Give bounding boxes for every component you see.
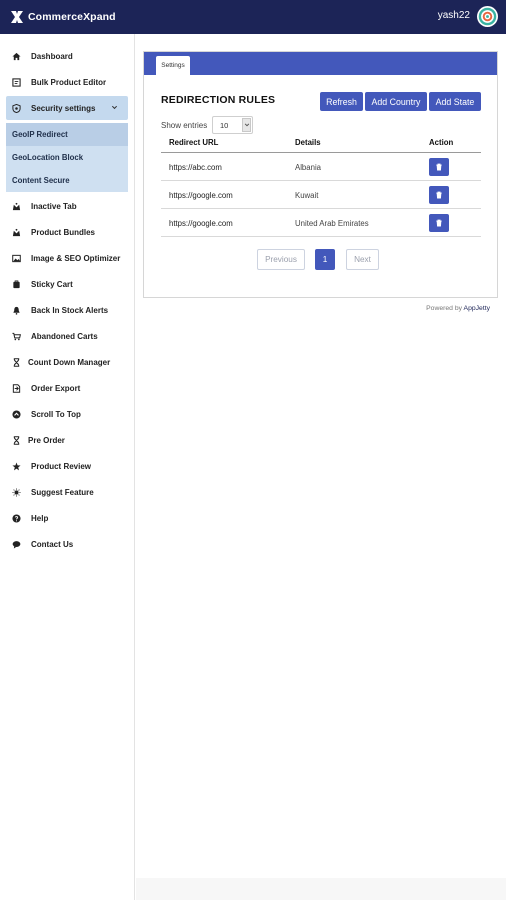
- entries-value: 10: [220, 120, 229, 130]
- page-title: REDIRECTION RULES: [161, 94, 276, 106]
- add-state-button[interactable]: Add State: [429, 92, 481, 111]
- details-cell: Kuwait: [295, 191, 319, 200]
- sidebar-item-label: Help: [31, 513, 49, 523]
- show-entries-label: Show entries: [161, 121, 208, 130]
- chevron-down-icon: [242, 118, 251, 132]
- security-submenu: GeoIP Redirect GeoLocation Block Content…: [6, 123, 128, 192]
- username[interactable]: yash22: [438, 10, 470, 21]
- column-header-details[interactable]: Details: [295, 138, 321, 147]
- shield-icon: [12, 103, 21, 113]
- bundle-icon: [12, 228, 21, 237]
- sidebar-item-label: Product Review: [31, 461, 92, 471]
- logo[interactable]: CommerceXpand: [9, 9, 116, 25]
- table-row: https://google.com Kuwait: [161, 181, 481, 209]
- sidebar-item-abandoned-carts[interactable]: Abandoned Carts: [0, 324, 134, 348]
- export-icon: [12, 383, 21, 393]
- add-country-button[interactable]: Add Country: [365, 92, 427, 111]
- cart-icon: [12, 332, 21, 341]
- sidebar-item-order-export[interactable]: Order Export: [0, 376, 134, 400]
- trash-icon: [436, 191, 442, 199]
- sidebar-item-dashboard[interactable]: Dashboard: [0, 44, 134, 68]
- help-icon: [12, 513, 21, 523]
- trash-icon: [436, 163, 442, 171]
- entries-select[interactable]: 10: [212, 116, 253, 134]
- details-cell: United Arab Emirates: [295, 219, 369, 228]
- sidebar-item-label: Sticky Cart: [31, 279, 73, 289]
- image-icon: [12, 254, 21, 263]
- sidebar-item-label: Security settings: [31, 103, 96, 113]
- appjetty-link[interactable]: AppJetty: [464, 305, 490, 312]
- sidebar-item-help[interactable]: Help: [0, 506, 134, 530]
- avatar-icon[interactable]: [477, 6, 498, 27]
- powered-by-label: Powered by: [426, 305, 463, 312]
- next-page-button[interactable]: Next: [346, 249, 379, 270]
- logo-icon: [9, 9, 25, 25]
- sidebar-item-product-review[interactable]: Product Review: [0, 454, 134, 478]
- footer-strip: [136, 878, 506, 900]
- sidebar-item-label: Order Export: [31, 383, 81, 393]
- submenu-item-content-secure[interactable]: Content Secure: [6, 169, 128, 192]
- redirect-url-cell: https://google.com: [169, 191, 233, 200]
- sidebar-item-label: Image & SEO Optimizer: [31, 253, 121, 263]
- sidebar-item-label: Bulk Product Editor: [31, 77, 107, 87]
- sidebar-item-label: Inactive Tab: [31, 201, 77, 211]
- sidebar-item-product-bundles[interactable]: Product Bundles: [0, 220, 134, 244]
- refresh-button[interactable]: Refresh: [320, 92, 363, 111]
- tab-settings[interactable]: Settings: [156, 56, 190, 75]
- sidebar-item-inactive-tab[interactable]: Inactive Tab: [0, 194, 134, 218]
- table-row: https://abc.com Albania: [161, 153, 481, 181]
- delete-button[interactable]: [429, 186, 449, 204]
- sidebar-item-scroll-to-top[interactable]: Scroll To Top: [0, 402, 134, 426]
- previous-page-button[interactable]: Previous: [257, 249, 305, 270]
- cart-icon: [12, 279, 21, 289]
- page-1-button[interactable]: 1: [315, 249, 335, 270]
- card-header: Settings: [144, 52, 497, 75]
- app-name: CommerceXpand: [28, 11, 116, 23]
- submenu-item-geoip-redirect[interactable]: GeoIP Redirect: [6, 123, 128, 146]
- chevron-down-icon[interactable]: [111, 104, 118, 113]
- tab-icon: [12, 202, 21, 211]
- sidebar-item-label: Scroll To Top: [31, 409, 81, 419]
- star-icon: [12, 461, 21, 471]
- trash-icon: [436, 219, 442, 227]
- sidebar-item-label: Product Bundles: [31, 227, 96, 237]
- sidebar-item-pre-order[interactable]: Pre Order: [0, 428, 134, 452]
- details-cell: Albania: [295, 163, 322, 172]
- edit-icon: [12, 77, 21, 87]
- column-header-redirect-url[interactable]: Redirect URL: [169, 138, 218, 147]
- sidebar-item-suggest-feature[interactable]: Suggest Feature: [0, 480, 134, 504]
- sidebar-item-contact-us[interactable]: Contact Us: [0, 532, 134, 556]
- sidebar-item-sticky-cart[interactable]: Sticky Cart: [0, 272, 134, 296]
- bell-icon: [12, 306, 21, 315]
- redirect-url-cell: https://google.com: [169, 219, 233, 228]
- sidebar-item-label: Count Down Manager: [28, 357, 111, 367]
- sidebar-item-count-down-manager[interactable]: Count Down Manager: [0, 350, 134, 374]
- hourglass-icon: [12, 435, 21, 445]
- delete-button[interactable]: [429, 158, 449, 176]
- sidebar-item-label: Dashboard: [31, 51, 73, 61]
- powered-by: Powered by AppJetty: [426, 305, 490, 312]
- sidebar-item-label: Suggest Feature: [31, 487, 94, 497]
- sidebar-item-back-in-stock-alerts[interactable]: Back In Stock Alerts: [0, 298, 134, 322]
- column-header-action: Action: [429, 138, 454, 147]
- delete-button[interactable]: [429, 214, 449, 232]
- submenu-item-geolocation-block[interactable]: GeoLocation Block: [6, 146, 128, 169]
- sidebar-item-security-settings[interactable]: Security settings: [6, 96, 128, 120]
- arrow-up-icon: [12, 409, 21, 419]
- chat-icon: [12, 540, 21, 549]
- redirection-rules-card: Settings REDIRECTION RULES Refresh Add C…: [143, 51, 498, 298]
- sidebar-item-label: Pre Order: [28, 435, 65, 445]
- sidebar-item-label: Back In Stock Alerts: [31, 305, 109, 315]
- lightbulb-icon: [12, 487, 21, 497]
- sidebar-item-label: Contact Us: [31, 539, 74, 549]
- sidebar-item-image-seo-optimizer[interactable]: Image & SEO Optimizer: [0, 246, 134, 270]
- sidebar-item-bulk-product-editor[interactable]: Bulk Product Editor: [0, 70, 134, 94]
- hourglass-icon: [12, 357, 21, 367]
- home-icon: [12, 52, 21, 61]
- table-row: https://google.com United Arab Emirates: [161, 209, 481, 237]
- top-bar: CommerceXpand yash22: [0, 0, 506, 34]
- redirect-url-cell: https://abc.com: [169, 163, 222, 172]
- sidebar-item-label: Abandoned Carts: [31, 331, 98, 341]
